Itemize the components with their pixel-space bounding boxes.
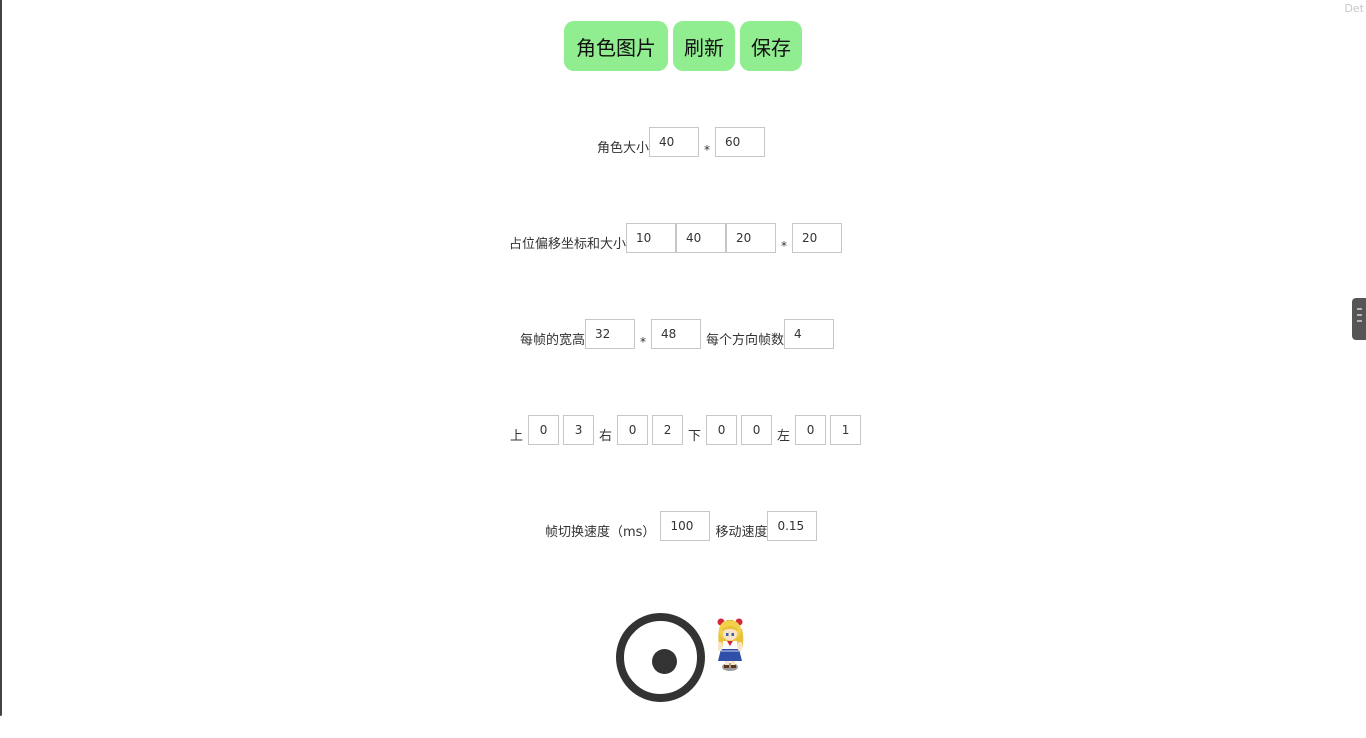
- window-left-edge: [0, 0, 3, 716]
- placeholder-width-input[interactable]: [726, 223, 777, 253]
- offset-x-input[interactable]: [626, 223, 677, 253]
- character-size-row: 角色大小 *: [597, 127, 766, 157]
- up-row-input[interactable]: [528, 415, 560, 445]
- right-col-input[interactable]: [652, 415, 684, 445]
- character-width-input[interactable]: [649, 127, 700, 157]
- frames-per-direction-input[interactable]: [784, 319, 835, 349]
- frame-size-row: 每帧的宽高 * 每个方向帧数: [520, 319, 835, 349]
- down-label: 下: [688, 429, 702, 444]
- left-label: 左: [777, 429, 791, 444]
- corner-text: Det: [1344, 2, 1364, 15]
- joystick-icon[interactable]: [616, 613, 705, 702]
- frame-size-label: 每帧的宽高: [520, 333, 586, 348]
- multiply-sign: *: [704, 143, 711, 157]
- refresh-button[interactable]: 刷新: [673, 21, 735, 71]
- offset-y-input[interactable]: [676, 223, 727, 253]
- character-height-input[interactable]: [715, 127, 766, 157]
- placeholder-offset-row: 占位偏移坐标和大小 *: [509, 223, 843, 253]
- left-row-input[interactable]: [795, 415, 827, 445]
- side-drag-handle[interactable]: [1352, 298, 1366, 340]
- right-row-input[interactable]: [617, 415, 649, 445]
- right-label: 右: [599, 429, 613, 444]
- directions-row: 上 右 下 左: [510, 415, 862, 445]
- character-image-button[interactable]: 角色图片: [564, 21, 668, 71]
- frame-height-input[interactable]: [651, 319, 702, 349]
- down-row-input[interactable]: [706, 415, 738, 445]
- multiply-sign: *: [781, 239, 788, 253]
- speed-row: 帧切换速度（ms） 移动速度: [545, 511, 818, 541]
- frame-switch-speed-label: 帧切换速度（ms）: [545, 525, 656, 540]
- placeholder-height-input[interactable]: [792, 223, 843, 253]
- character-sprite: [717, 618, 744, 671]
- frames-per-direction-label: 每个方向帧数: [706, 333, 785, 348]
- move-speed-input[interactable]: [767, 511, 818, 541]
- page: Det 角色图片 刷新 保存 角色大小 * 占位偏移坐标和大小 * 每帧的宽高 …: [0, 0, 1366, 738]
- multiply-sign: *: [640, 335, 647, 349]
- move-speed-label: 移动速度: [715, 525, 768, 540]
- up-col-input[interactable]: [563, 415, 595, 445]
- up-label: 上: [510, 429, 524, 444]
- placeholder-offset-label: 占位偏移坐标和大小: [509, 237, 627, 252]
- down-col-input[interactable]: [741, 415, 773, 445]
- frame-width-input[interactable]: [585, 319, 636, 349]
- joystick-knob[interactable]: [652, 649, 677, 674]
- frame-switch-speed-input[interactable]: [660, 511, 711, 541]
- save-button[interactable]: 保存: [740, 21, 802, 71]
- left-col-input[interactable]: [830, 415, 862, 445]
- character-size-label: 角色大小: [597, 141, 650, 156]
